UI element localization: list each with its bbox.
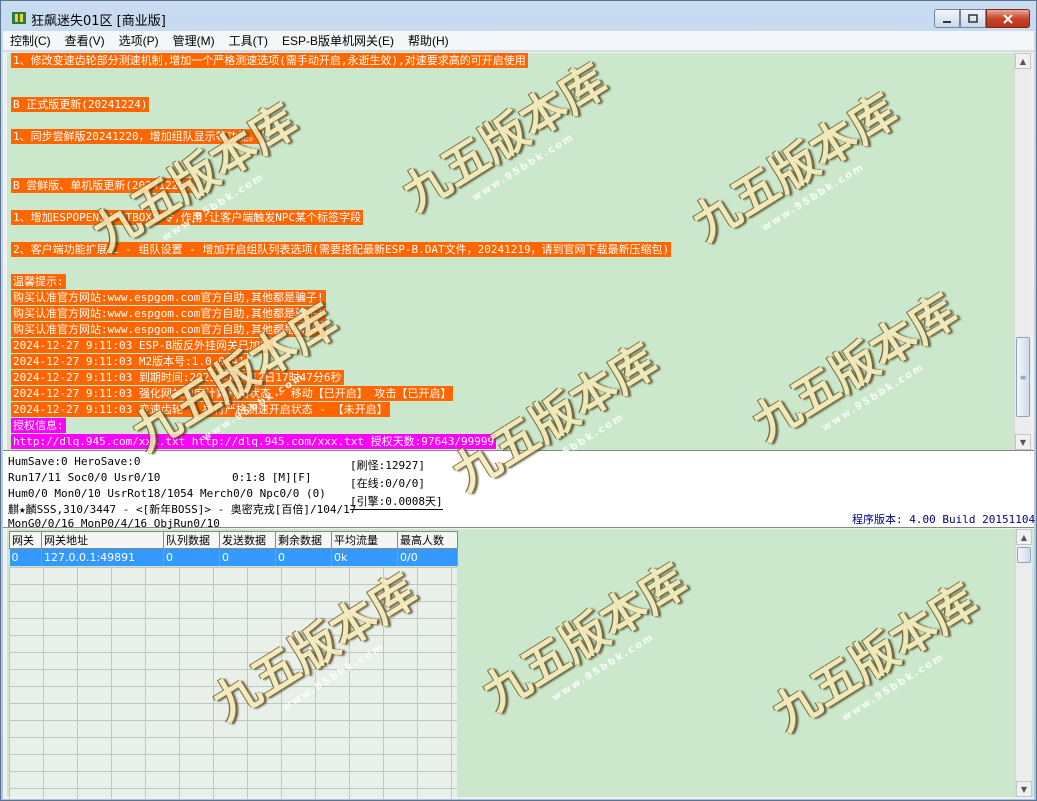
log-line: 购买认准官方网站:www.espgom.com官方自助,其他都是骗子! — [11, 322, 326, 337]
menu-bar: 控制(C) 查看(V) 选项(P) 管理(M) 工具(T) ESP-B版单机网关… — [3, 31, 1034, 51]
log-line: 温馨提示: — [11, 274, 66, 289]
grid-scrollbar[interactable]: ▲ ▼ — [1015, 529, 1032, 797]
log-line: 授权信息: — [11, 418, 66, 433]
program-version: 程序版本: 4.00 Build 20151104 — [852, 513, 1036, 526]
log-line: B 正式版更新(20241224) — [11, 97, 150, 112]
app-window: 狂飙迷失01区 [商业版] 控制(C) 查看(V) 选项(P) 管理(M) 工具… — [0, 0, 1037, 801]
grid-background — [9, 567, 457, 799]
log-line: 购买认准官方网站:www.espgom.com官方自助,其他都是骗子! — [11, 290, 326, 305]
log-line: 1、增加ESPOPENINPUTBOX命令,作用:让客户端触发NPC某个标签字段 — [11, 210, 364, 225]
cell-address: 127.0.0.1:49891 — [41, 548, 164, 566]
menu-options[interactable]: 选项(P) — [112, 32, 166, 49]
cell-max-users: 0/0 — [397, 548, 458, 566]
brush-monster-text: [刷怪:12927] — [350, 459, 425, 472]
cell-queue: 0 — [163, 548, 220, 566]
log-line: 2024-12-27 9:11:03 强化网关速度计算开启状态 - 移动【已开启… — [11, 386, 454, 401]
online-text: [在线:0/0/0] — [350, 477, 425, 490]
menu-help[interactable]: 帮助(H) — [401, 32, 456, 49]
log-line: 2、客户端功能扩展二 - 组队设置 - 增加开启组队列表选项(需要搭配最新ESP… — [11, 242, 672, 257]
log-line: 1、同步尝鲜版20241220，增加组队显示等功能。 — [11, 129, 262, 144]
run-stats-text: Run17/11 Soc0/0 Usr0/10 — [8, 471, 161, 484]
hum-stats-text: Hum0/0 Mon0/10 UsrRot18/1054 Merch0/0 Np… — [8, 487, 326, 500]
log-line: 2024-12-27 9:11:03 变速齿轮 - 执行严格测速开启状态 - 【… — [11, 402, 390, 417]
gateway-table[interactable]: 网关 网关地址 队列数据 发送数据 剩余数据 平均流量 最高人数 0 127.0… — [9, 531, 458, 566]
close-icon — [1003, 13, 1013, 24]
log-line: B 尝鲜版、单机版更新(20241220) — [11, 178, 194, 193]
menu-esp-gateway[interactable]: ESP-B版单机网关(E) — [275, 32, 401, 49]
menu-manage[interactable]: 管理(M) — [166, 32, 222, 49]
boss-text: 麒★麟SSS,310/3447 - <[新年BOSS]> - 奥密克戎[百倍]/… — [8, 503, 357, 516]
menu-tools[interactable]: 工具(T) — [222, 32, 275, 49]
client-area: 1、修改变速齿轮部分测速机制,增加一个严格测速选项(需手动开启,永逝生效),对速… — [3, 52, 1036, 799]
window-controls — [934, 9, 1030, 28]
scroll-thumb[interactable] — [1017, 547, 1031, 563]
col-header-avg-traffic[interactable]: 平均流量 — [331, 531, 398, 549]
log-line: 1、修改变速齿轮部分测速机制,增加一个严格测速选项(需手动开启,永逝生效),对速… — [11, 53, 528, 68]
log-panel[interactable]: 1、修改变速齿轮部分测速机制,增加一个严格测速选项(需手动开启,永逝生效),对速… — [7, 53, 1014, 450]
table-row[interactable]: 0 127.0.0.1:49891 0 0 0 0k 0/0 — [9, 548, 458, 566]
scroll-up-button[interactable]: ▲ — [1016, 529, 1032, 545]
scroll-down-button[interactable]: ▼ — [1015, 434, 1031, 450]
col-header-address[interactable]: 网关地址 — [41, 531, 164, 549]
col-header-queue[interactable]: 队列数据 — [163, 531, 220, 549]
log-line: 2024-12-27 9:11:03 到期时间:2025年11月12日17时47… — [11, 370, 344, 385]
title-bar[interactable]: 狂飙迷失01区 [商业版] — [1, 1, 1036, 31]
engine-text: [引擎:0.0008天] — [350, 495, 443, 510]
col-header-max-users[interactable]: 最高人数 — [397, 531, 458, 549]
scroll-thumb[interactable]: ≡ — [1016, 337, 1030, 417]
log-line: http://dlq.945.com/xxx.txt http://dlq.94… — [11, 434, 497, 449]
maximize-button[interactable] — [960, 9, 986, 28]
minimize-button[interactable] — [934, 9, 960, 28]
col-header-gateway[interactable]: 网关 — [9, 531, 42, 549]
cell-remaining: 0 — [275, 548, 332, 566]
hum-save-text: HumSave:0 HeroSave:0 — [8, 455, 141, 468]
uptime-text: 0:1:8 [M][F] — [232, 471, 312, 484]
col-header-sent[interactable]: 发送数据 — [219, 531, 276, 549]
close-button[interactable] — [986, 9, 1030, 28]
window-title: 狂飙迷失01区 [商业版] — [31, 14, 166, 29]
scroll-up-button[interactable]: ▲ — [1015, 53, 1031, 69]
gateway-grid-area: 网关 网关地址 队列数据 发送数据 剩余数据 平均流量 最高人数 0 127.0… — [7, 529, 1034, 799]
minimize-icon — [943, 20, 951, 23]
scroll-down-button[interactable]: ▼ — [1016, 781, 1032, 797]
log-line: 2024-12-27 9:11:03 M2版本号:1.0.0.41 — [11, 354, 247, 369]
cell-sent: 0 — [219, 548, 276, 566]
log-line: 2024-12-27 9:11:03 ESP-B版反外挂网关已加载 — [11, 338, 273, 353]
col-header-remaining[interactable]: 剩余数据 — [275, 531, 332, 549]
menu-control[interactable]: 控制(C) — [3, 32, 58, 49]
status-panel: HumSave:0 HeroSave:0 Run17/11 Soc0/0 Usr… — [3, 450, 1036, 530]
maximize-icon — [968, 13, 978, 23]
log-scrollbar[interactable]: ▲ ≡ ▼ — [1014, 53, 1031, 450]
cell-avg-traffic: 0k — [331, 548, 398, 566]
menu-view[interactable]: 查看(V) — [58, 32, 112, 49]
log-line: 购买认准官方网站:www.espgom.com官方自助,其他都是骗子! — [11, 306, 326, 321]
app-icon — [12, 12, 26, 24]
cell-gateway: 0 — [9, 548, 42, 566]
